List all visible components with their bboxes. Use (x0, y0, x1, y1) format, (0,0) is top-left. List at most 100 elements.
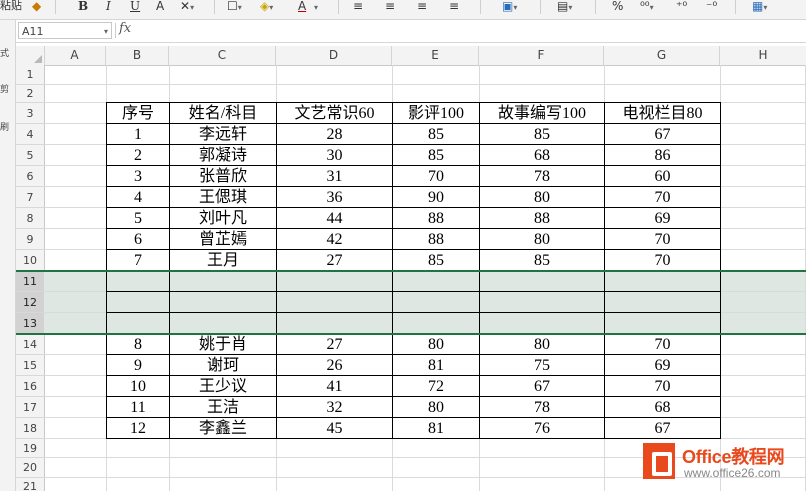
table-cell[interactable]: 42 (276, 228, 393, 250)
table-cell[interactable]: 1 (106, 123, 170, 145)
row-header[interactable]: 7 (16, 187, 44, 208)
table-cell[interactable]: 3 (106, 165, 170, 187)
row-header[interactable]: 10 (16, 250, 44, 271)
table-cell[interactable]: 70 (604, 186, 721, 208)
table-cell[interactable]: 26 (276, 354, 393, 376)
font-size-icon[interactable]: A (156, 0, 164, 19)
table-cell[interactable]: 76 (479, 417, 605, 439)
italic-button[interactable]: I (106, 0, 111, 19)
table-cell[interactable] (392, 270, 480, 292)
table-cell[interactable] (479, 291, 605, 313)
table-cell[interactable]: 67 (479, 375, 605, 397)
header-cell[interactable]: 姓名/科目 (169, 102, 277, 124)
chevron-down-icon[interactable]: ▾ (104, 23, 108, 40)
row-header[interactable]: 15 (16, 355, 44, 376)
table-cell[interactable]: 41 (276, 375, 393, 397)
table-cell[interactable]: 80 (479, 186, 605, 208)
align-right-icon[interactable]: ≡ (417, 0, 427, 19)
comma-style-icon[interactable]: ⁰⁰▾ (640, 0, 654, 19)
table-cell[interactable]: 郭凝诗 (169, 144, 277, 166)
table-cell[interactable]: 4 (106, 186, 170, 208)
table-cell[interactable] (276, 312, 393, 334)
table-cell[interactable] (479, 270, 605, 292)
font-color-button[interactable]: A (298, 0, 306, 19)
row-header[interactable]: 2 (16, 85, 44, 103)
table-cell[interactable]: 姚于肖 (169, 333, 277, 355)
table-cell[interactable] (106, 270, 170, 292)
table-cell[interactable]: 80 (479, 333, 605, 355)
column-header-b[interactable]: B (106, 46, 169, 65)
column-header-d[interactable]: D (276, 46, 392, 65)
column-header-a[interactable]: A (44, 46, 106, 65)
table-cell[interactable]: 刘叶凡 (169, 207, 277, 229)
table-cell[interactable]: 67 (604, 123, 721, 145)
chevron-down-icon[interactable]: ▾ (314, 0, 318, 19)
table-cell[interactable]: 75 (479, 354, 605, 376)
table-cell[interactable]: 李远轩 (169, 123, 277, 145)
table-cell[interactable]: 88 (392, 207, 480, 229)
cell-grid[interactable]: 序号 姓名/科目 文艺常识60 影评100 故事编写100 电视栏目80 1 李… (16, 65, 806, 491)
table-cell[interactable]: 85 (479, 249, 605, 271)
table-cell[interactable]: 88 (479, 207, 605, 229)
column-header-g[interactable]: G (604, 46, 720, 65)
table-cell[interactable] (106, 291, 170, 313)
table-cell[interactable] (106, 312, 170, 334)
table-cell[interactable]: 王偲琪 (169, 186, 277, 208)
table-cell[interactable] (604, 291, 721, 313)
name-box[interactable]: A11 ▾ (18, 22, 112, 39)
table-cell[interactable]: 78 (479, 396, 605, 418)
header-cell[interactable]: 电视栏目80 (604, 102, 721, 124)
table-cell[interactable]: 68 (479, 144, 605, 166)
fx-icon[interactable]: fx (119, 21, 131, 36)
table-cell[interactable]: 60 (604, 165, 721, 187)
table-cell[interactable]: 80 (392, 396, 480, 418)
table-cell[interactable]: 8 (106, 333, 170, 355)
row-header[interactable]: 5 (16, 145, 44, 166)
table-cell[interactable]: 45 (276, 417, 393, 439)
column-header-e[interactable]: E (392, 46, 479, 65)
clear-format-icon[interactable]: ✕▾ (180, 0, 194, 19)
header-cell[interactable]: 影评100 (392, 102, 480, 124)
table-cell[interactable]: 12 (106, 417, 170, 439)
table-cell[interactable]: 28 (276, 123, 393, 145)
table-cell[interactable]: 王月 (169, 249, 277, 271)
row-header[interactable]: 16 (16, 376, 44, 397)
table-cell[interactable]: 85 (392, 249, 480, 271)
table-cell[interactable]: 85 (392, 144, 480, 166)
table-cell[interactable]: 张普欣 (169, 165, 277, 187)
table-cell[interactable]: 70 (604, 249, 721, 271)
table-cell[interactable]: 68 (604, 396, 721, 418)
table-cell[interactable]: 曾芷嫣 (169, 228, 277, 250)
table-cell[interactable]: 31 (276, 165, 393, 187)
row-header-selected[interactable]: 12 (16, 292, 44, 313)
paste-button[interactable]: 粘贴 (0, 0, 22, 19)
table-cell[interactable]: 80 (392, 333, 480, 355)
decrease-decimal-icon[interactable]: ⁻⁰ (706, 0, 717, 19)
table-cell[interactable]: 70 (392, 165, 480, 187)
table-cell[interactable] (276, 270, 393, 292)
table-cell[interactable]: 85 (392, 123, 480, 145)
table-cell[interactable]: 67 (604, 417, 721, 439)
select-all-button[interactable] (16, 46, 45, 65)
number-format-icon[interactable]: ▤▾ (557, 0, 572, 19)
table-cell[interactable] (604, 312, 721, 334)
table-cell[interactable]: 李鑫兰 (169, 417, 277, 439)
table-cell[interactable]: 88 (392, 228, 480, 250)
table-cell[interactable]: 7 (106, 249, 170, 271)
row-header-selected[interactable]: 13 (16, 313, 44, 334)
row-header[interactable]: 21 (16, 478, 44, 493)
table-cell[interactable]: 86 (604, 144, 721, 166)
table-cell[interactable]: 10 (106, 375, 170, 397)
row-header-selected[interactable]: 11 (16, 271, 44, 292)
row-header[interactable]: 19 (16, 439, 44, 458)
table-cell[interactable] (169, 270, 277, 292)
justify-icon[interactable]: ≡ (449, 0, 459, 19)
table-cell[interactable]: 27 (276, 249, 393, 271)
table-cell[interactable]: 5 (106, 207, 170, 229)
row-header[interactable]: 1 (16, 65, 44, 85)
increase-decimal-icon[interactable]: ⁺⁰ (676, 0, 687, 19)
table-cell[interactable]: 80 (479, 228, 605, 250)
format-painter-icon[interactable]: ◆ (32, 0, 41, 19)
table-cell[interactable]: 69 (604, 207, 721, 229)
border-icon[interactable]: ☐▾ (227, 0, 242, 19)
